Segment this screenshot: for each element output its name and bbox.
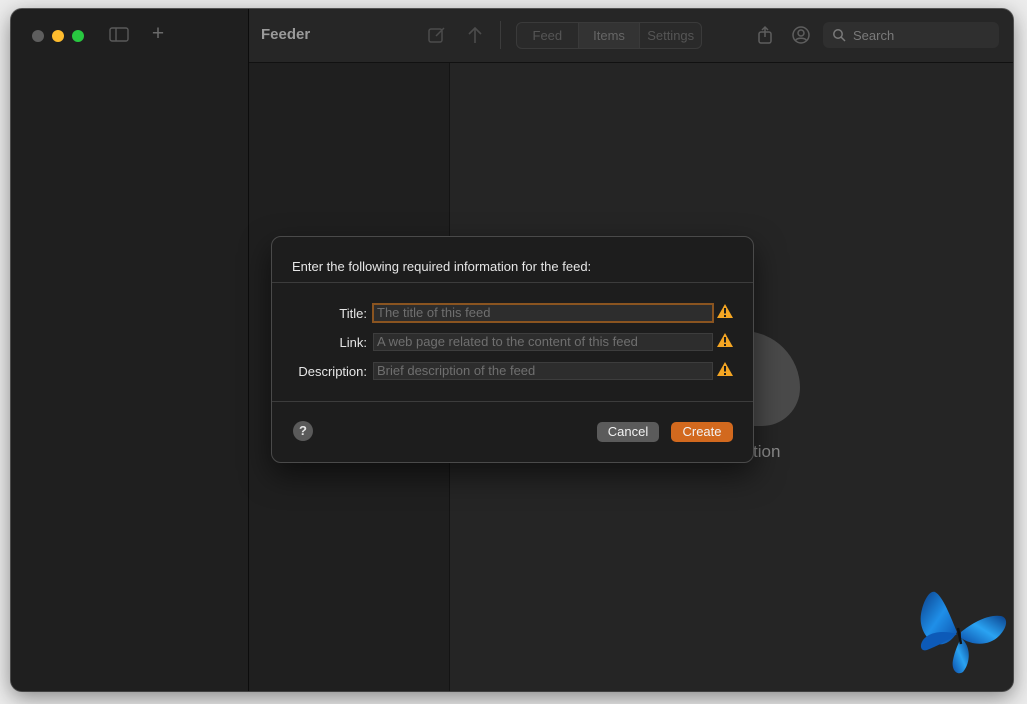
dialog-header: Enter the following required information… — [292, 259, 592, 274]
help-button[interactable]: ? — [293, 421, 313, 441]
toolbar-separator — [500, 21, 501, 49]
minimize-window-button[interactable] — [52, 30, 64, 42]
toolbar: Feeder Feed Items Settings Search — [249, 9, 1013, 63]
tab-items[interactable]: Items — [578, 23, 641, 48]
tab-feed[interactable]: Feed — [517, 23, 579, 48]
tab-settings[interactable]: Settings — [640, 23, 701, 48]
close-window-button[interactable] — [32, 30, 44, 42]
placeholder-caption: tion — [753, 442, 781, 461]
view-segmented-control: Feed Items Settings — [516, 22, 702, 49]
link-input[interactable]: A web page related to the content of thi… — [373, 333, 713, 351]
title-label: Title: — [339, 306, 367, 321]
share-icon[interactable] — [755, 25, 775, 45]
app-title: Feeder — [261, 26, 311, 43]
title-warning-icon — [717, 304, 733, 318]
cancel-button[interactable]: Cancel — [597, 422, 659, 442]
search-icon — [833, 29, 846, 42]
maximize-window-button[interactable] — [72, 30, 84, 42]
upload-arrow-icon[interactable] — [465, 25, 485, 45]
description-input[interactable]: Brief description of the feed — [373, 362, 713, 380]
title-input[interactable]: The title of this feed — [372, 303, 714, 323]
new-feed-dialog: Enter the following required information… — [271, 236, 754, 463]
dialog-divider-bottom — [272, 401, 753, 402]
plus-icon[interactable]: + — [150, 23, 166, 44]
sidebar-toggle-icon[interactable] — [109, 27, 129, 42]
butterfly-logo-icon — [920, 591, 1007, 674]
dialog-divider-top — [272, 282, 753, 283]
account-icon[interactable] — [791, 25, 811, 45]
sidebar: + — [11, 9, 249, 691]
link-input-placeholder: A web page related to the content of thi… — [377, 334, 638, 349]
create-button[interactable]: Create — [671, 422, 733, 442]
link-label: Link: — [339, 335, 367, 350]
compose-icon[interactable] — [427, 25, 447, 45]
link-warning-icon — [717, 333, 733, 347]
title-input-placeholder: The title of this feed — [377, 305, 491, 320]
search-placeholder: Search — [853, 28, 895, 43]
search-field[interactable]: Search — [823, 22, 999, 48]
description-warning-icon — [717, 362, 733, 376]
description-label: Description: — [298, 364, 367, 379]
description-input-placeholder: Brief description of the feed — [377, 363, 536, 378]
